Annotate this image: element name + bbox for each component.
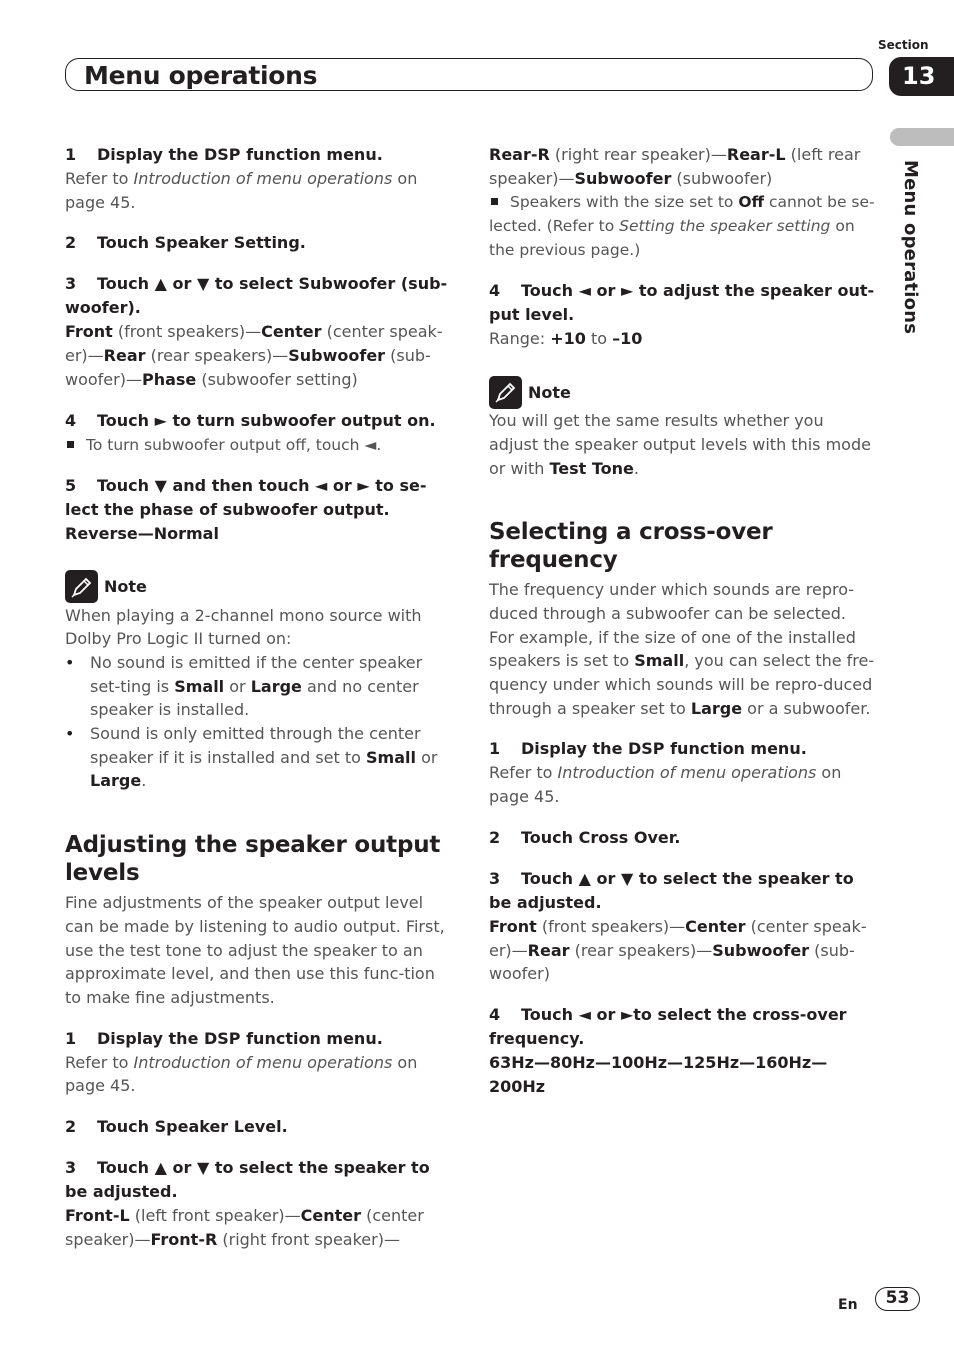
section-intro: The frequency under which sounds are rep…: [489, 580, 875, 718]
pencil-note-icon: [65, 570, 98, 604]
note-bullet: Sound is only emitted through the center…: [65, 722, 451, 793]
option-values: Reverse—Normal: [65, 523, 219, 543]
step-body: Refer to Introduction of menu operations…: [489, 763, 842, 807]
note-header: Note: [65, 570, 451, 604]
page-title: Menu operations: [84, 61, 318, 90]
right-column: Rear-R (right rear speaker)—Rear-L (left…: [489, 143, 875, 1099]
step-heading: 5 Touch ▼ and then touch ◄ or ► to se-lec…: [65, 475, 427, 519]
side-tab-label: Menu operations: [900, 160, 921, 335]
step-heading: 3 Touch ▲ or ▼ to select Subwoofer (sub-w…: [65, 274, 448, 318]
section-heading: Selecting a cross-over frequency: [489, 519, 773, 574]
step-heading: 3 Touch ▲ or ▼ to select the speaker to b…: [489, 868, 854, 912]
note-text: You will get the same results whether yo…: [489, 411, 871, 478]
option-list: Front-L (left front speaker)—Center (cen…: [65, 1206, 424, 1249]
frequency-values: 63Hz—80Hz—100Hz—125Hz—160Hz—200Hz: [489, 1052, 828, 1096]
section-intro: Fine adjustments of the speaker output l…: [65, 893, 445, 1007]
step-heading: 1 Display the DSP function menu.: [65, 145, 383, 164]
left-column: 1 Display the DSP function menu. Refer to…: [65, 143, 451, 1251]
reference-link: Introduction of menu operations: [133, 1052, 393, 1072]
step-body: Refer to Introduction of menu operations…: [65, 169, 418, 212]
step-heading: 4 Touch ► to turn subwoofer output on.: [65, 410, 436, 430]
note-bullet: No sound is emitted if the center speake…: [65, 651, 451, 722]
note-header: Note: [489, 375, 875, 409]
range-text: Range: +10 to –10: [489, 329, 643, 349]
step-heading: 2 Touch Speaker Setting.: [65, 233, 306, 253]
step-heading: 4 Touch ◄ or ►to select the cross-over fr…: [489, 1004, 847, 1048]
language-label: En: [838, 1297, 858, 1313]
step-heading: 2 Touch Speaker Level.: [65, 1117, 288, 1137]
pencil-note-icon: [489, 375, 522, 409]
section-number-badge: 13: [889, 57, 954, 96]
page-number: 53: [875, 1287, 920, 1311]
reference-link: Introduction of menu operations: [557, 763, 817, 783]
option-list: Front (front speakers)—Center (center sp…: [65, 322, 443, 389]
step-heading: 1 Display the DSP function menu.: [489, 739, 807, 759]
step-body: Refer to Introduction of menu operations…: [65, 1052, 418, 1096]
section-label: Section: [878, 38, 929, 52]
square-bullet-icon: [67, 440, 74, 448]
step-heading: 1 Display the DSP function menu.: [65, 1028, 383, 1048]
side-tab-marker: [890, 128, 954, 146]
note-bullets: No sound is emitted if the center speake…: [65, 651, 451, 793]
option-list: Rear-R (right rear speaker)—Rear-L (left…: [489, 145, 861, 188]
step-heading: 3 Touch ▲ or ▼ to select the speaker to b…: [65, 1158, 430, 1202]
reference-link: Setting the speaker setting: [619, 217, 831, 236]
bullet-item: To turn subwoofer output off, touch ◄.: [65, 433, 451, 457]
step-heading: 2 Touch Cross Over.: [489, 827, 681, 847]
note-text: When playing a 2-channel mono source wit…: [65, 605, 422, 649]
reference-link: Introduction of menu operations: [133, 169, 393, 188]
bullet-item: Speakers with the size set to Off cannot…: [489, 193, 875, 260]
option-list: Front (front speakers)—Center (center sp…: [489, 916, 867, 984]
step-heading: 4 Touch ◄ or ► to adjust the speaker out-…: [489, 281, 875, 325]
square-bullet-icon: [491, 198, 498, 206]
section-heading: Adjusting the speaker output levels: [65, 832, 441, 887]
